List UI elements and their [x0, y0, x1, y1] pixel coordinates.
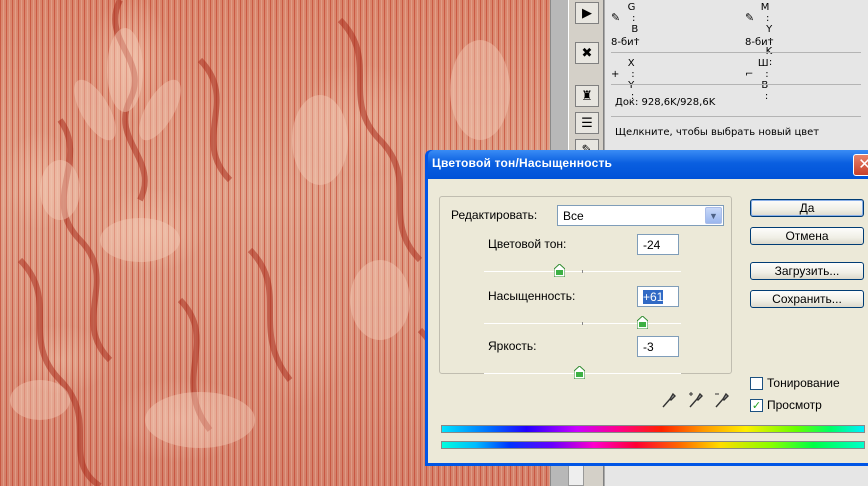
source-color-bar: [441, 425, 865, 433]
xy-readout: + X : Y :: [611, 58, 635, 102]
dialog-body: Редактировать: Все ▼ Цветовой тон: -24 Н…: [428, 179, 868, 463]
layers-icon[interactable]: ☰: [575, 112, 599, 134]
colorize-label[interactable]: Тонирование: [767, 376, 840, 390]
hue-label: Цветовой тон:: [488, 237, 567, 251]
saturation-center-tick: [582, 322, 583, 325]
saturation-slider-thumb[interactable]: [637, 316, 648, 329]
selection-size-icon: ⌐: [745, 69, 754, 80]
crosshair-icon: +: [611, 69, 620, 80]
save-button[interactable]: Сохранить...: [750, 290, 864, 308]
close-button[interactable]: ✕: [853, 154, 868, 176]
status-hint: Щелкните, чтобы выбрать новый цвет: [615, 127, 820, 138]
m-label: M :: [760, 2, 770, 24]
eyedropper-plus-icon[interactable]: [687, 391, 703, 409]
wh-readout: ⌐ Ш : В :: [745, 58, 769, 102]
play-icon[interactable]: ▶: [575, 2, 599, 24]
doc-size: Док: 928,6K/928,6K: [615, 97, 716, 108]
info-divider: [611, 84, 861, 85]
cancel-button[interactable]: Отмена: [750, 227, 864, 245]
hue-input[interactable]: -24: [637, 234, 679, 255]
hue-value: -24: [643, 238, 661, 252]
edit-label: Редактировать:: [451, 208, 538, 222]
eyedropper-icon: ✎: [745, 11, 755, 24]
lightness-label: Яркость:: [488, 339, 537, 353]
ok-button[interactable]: Да: [750, 199, 864, 217]
preview-checkbox[interactable]: ✓: [750, 399, 763, 412]
close-icon: ✕: [858, 155, 868, 173]
saturation-value: +61: [643, 290, 664, 304]
eyedropper-icon[interactable]: [660, 391, 676, 409]
info-divider: [611, 52, 861, 53]
x-label: X :: [627, 58, 635, 80]
dialog-title[interactable]: Цветовой тон/Насыщенность: [428, 150, 868, 179]
eyedropper-minus-icon[interactable]: [713, 391, 729, 409]
result-color-bar: [441, 441, 865, 449]
edit-select[interactable]: Все ▼: [557, 205, 724, 226]
lightness-value: -3: [643, 340, 654, 354]
chevron-down-icon[interactable]: ▼: [705, 207, 722, 224]
lightness-input[interactable]: -3: [637, 336, 679, 357]
bit-depth-right: 8-бит: [745, 37, 774, 48]
tools-icon[interactable]: ✖: [575, 42, 599, 64]
stamp-icon[interactable]: ♜: [575, 85, 599, 107]
lightness-slider-thumb[interactable]: [574, 366, 585, 379]
saturation-label: Насыщенность:: [488, 289, 576, 303]
adjustment-group: Редактировать: Все ▼ Цветовой тон: -24 Н…: [439, 196, 732, 379]
w-label: Ш :: [757, 58, 769, 80]
info-divider: [611, 116, 861, 117]
load-button[interactable]: Загрузить...: [750, 262, 864, 280]
preview-label[interactable]: Просмотр: [767, 398, 822, 412]
saturation-input[interactable]: +61: [637, 286, 679, 307]
colorize-checkbox[interactable]: [750, 377, 763, 390]
bit-depth-left: 8-бит: [611, 37, 640, 48]
g-label: G :: [627, 2, 636, 24]
hue-saturation-dialog: Цветовой тон/Насыщенность ✕ Редактироват…: [425, 150, 868, 466]
eyedropper-icon: ✎: [611, 11, 621, 24]
edit-select-value: Все: [563, 209, 584, 223]
hue-center-tick: [582, 270, 583, 273]
hue-slider-thumb[interactable]: [554, 264, 565, 277]
